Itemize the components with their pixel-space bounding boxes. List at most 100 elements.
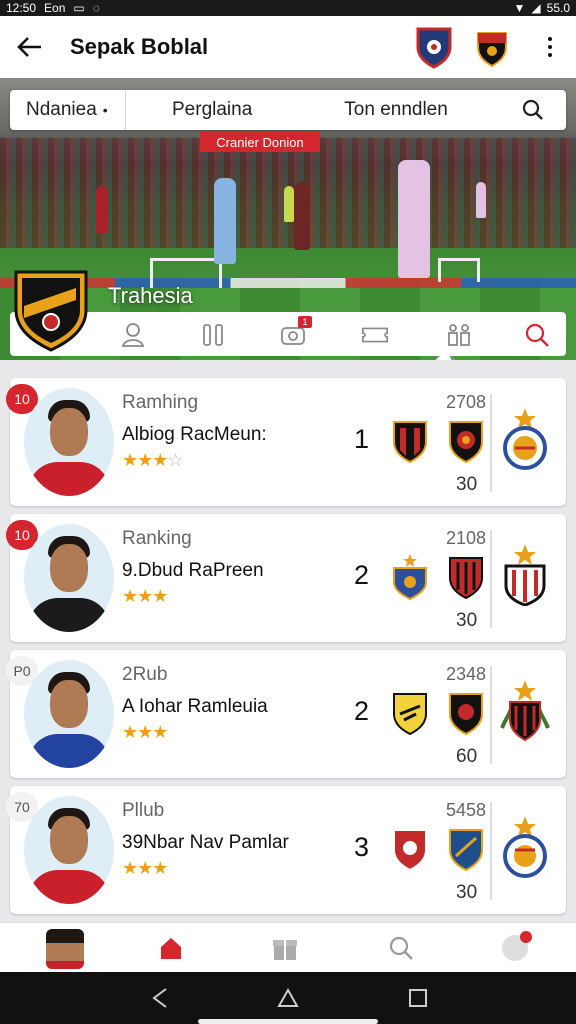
team-crest-icon[interactable] bbox=[446, 690, 486, 736]
player-rank: 1 bbox=[354, 424, 370, 454]
player-avatar bbox=[24, 524, 114, 632]
more-options-button[interactable] bbox=[538, 31, 562, 63]
category-search-bar: Ndaniea • Perglaina Ton enndlen bbox=[10, 90, 566, 130]
team-crest-icon[interactable] bbox=[390, 690, 430, 736]
player-avatar bbox=[24, 660, 114, 768]
star-rating: ★★★ bbox=[122, 586, 168, 606]
ticket-icon bbox=[361, 327, 389, 343]
search-icon bbox=[389, 936, 413, 960]
team-crest-icon[interactable] bbox=[446, 554, 486, 600]
tab-first[interactable]: Ndaniea • bbox=[10, 90, 126, 130]
player-category: 2Rub bbox=[122, 664, 168, 685]
home-circle-icon[interactable] bbox=[276, 986, 300, 1010]
player-category: Pllub bbox=[122, 800, 165, 821]
player-rank: 2 bbox=[354, 696, 370, 726]
player-card[interactable]: 70 Pllub 39Nbar Nav Pamlar ★★★ 3 5458 30 bbox=[6, 786, 566, 914]
divider bbox=[490, 666, 492, 764]
search-icon bbox=[525, 323, 549, 347]
player-card[interactable]: P0 2Rub A Iohar Ramleuia ★★★ 2 2348 60 bbox=[6, 650, 566, 778]
status-bar: 12:50 Eon ▭ ◌ ▼ ◢ 55.0 bbox=[0, 0, 576, 16]
team-crest-icon[interactable] bbox=[390, 554, 430, 600]
team-crest-icon[interactable] bbox=[446, 418, 486, 464]
player-name: 9.Dbud RaPreen bbox=[122, 560, 264, 581]
divider bbox=[490, 530, 492, 628]
player-avatar bbox=[24, 388, 114, 496]
stat-value: 2708 bbox=[446, 392, 487, 412]
star-rating: ★★★ bbox=[122, 858, 168, 878]
tab-label: Ndaniea bbox=[26, 99, 97, 120]
player-category: Ramhing bbox=[122, 392, 199, 413]
search-icon[interactable] bbox=[522, 99, 544, 121]
player-avatar bbox=[24, 796, 114, 904]
stat-points: 60 bbox=[456, 746, 478, 767]
team-crest-icon[interactable] bbox=[472, 25, 512, 69]
player-name: A Iohar Ramleuia bbox=[122, 696, 268, 717]
columns-icon bbox=[203, 324, 223, 346]
player-name: Albiog RacMeun: bbox=[122, 424, 267, 445]
stat-value: 2108 bbox=[446, 528, 487, 548]
player-name: 39Nbar Nav Pamlar bbox=[122, 832, 289, 853]
club-crest-icon[interactable] bbox=[498, 678, 552, 742]
team-crest-icon[interactable] bbox=[446, 826, 486, 872]
home-icon bbox=[161, 938, 181, 959]
nav-notifications[interactable] bbox=[498, 931, 532, 963]
person-tab[interactable] bbox=[118, 322, 148, 348]
gift-icon bbox=[273, 940, 297, 960]
player-card[interactable]: 10 Ranking 9.Dbud RaPreen ★★★ 2 2108 30 bbox=[6, 514, 566, 642]
nav-profile[interactable] bbox=[46, 929, 84, 969]
profile-avatar bbox=[46, 929, 84, 969]
player-figure bbox=[284, 186, 294, 222]
figure-icon bbox=[448, 324, 470, 346]
star-rating: ★★★☆ bbox=[122, 450, 184, 470]
back-triangle-icon[interactable] bbox=[148, 986, 172, 1010]
promo-banner[interactable]: Cranier Donion bbox=[200, 132, 320, 152]
player-figure bbox=[294, 182, 310, 250]
player-figure bbox=[398, 160, 430, 278]
stat-points: 30 bbox=[456, 882, 478, 903]
nav-gift[interactable] bbox=[268, 933, 302, 963]
notification-badge: 1 bbox=[298, 316, 312, 328]
ticket-tab[interactable] bbox=[360, 322, 390, 348]
club-crest-icon[interactable] bbox=[414, 25, 454, 69]
team-crest-icon[interactable] bbox=[10, 266, 92, 352]
system-navigation-bar bbox=[0, 972, 576, 1024]
team-crest-icon[interactable] bbox=[390, 418, 430, 464]
team-crest-icon[interactable] bbox=[390, 826, 430, 872]
player-figure bbox=[476, 182, 486, 218]
nav-search[interactable] bbox=[384, 933, 418, 963]
stat-value: 5458 bbox=[446, 800, 487, 820]
columns-tab[interactable] bbox=[198, 322, 228, 348]
status-time: 12:50 bbox=[6, 1, 37, 15]
camera-tab[interactable]: 1 bbox=[280, 316, 312, 348]
notification-icon bbox=[502, 931, 532, 961]
notification-dot bbox=[520, 931, 532, 943]
divider bbox=[490, 394, 492, 492]
club-crest-icon[interactable] bbox=[498, 814, 552, 878]
nav-home[interactable] bbox=[154, 933, 188, 963]
player-card[interactable]: 10 Ramhing Albiog RacMeun: ★★★☆ 1 2708 3… bbox=[6, 378, 566, 506]
app-bar: Sepak Boblal bbox=[0, 16, 576, 78]
player-rank: 3 bbox=[354, 832, 370, 862]
player-figure bbox=[96, 186, 108, 234]
recents-square-icon[interactable] bbox=[406, 986, 430, 1010]
divider bbox=[490, 802, 492, 900]
club-crest-icon[interactable] bbox=[498, 406, 552, 470]
tab-second[interactable]: Perglaina bbox=[172, 99, 252, 121]
search-tab[interactable] bbox=[522, 322, 552, 348]
page-title: Sepak Boblal bbox=[70, 34, 209, 59]
stat-points: 30 bbox=[456, 474, 478, 495]
gallery-icon: ▭ bbox=[73, 1, 85, 15]
player-figure bbox=[214, 178, 236, 264]
home-indicator[interactable] bbox=[198, 1019, 378, 1024]
sync-icon: ◌ bbox=[92, 1, 100, 15]
status-carrier: Eon bbox=[44, 1, 66, 15]
person-icon bbox=[121, 323, 145, 347]
signal-icon: ◢ bbox=[531, 1, 541, 15]
stat-points: 30 bbox=[456, 610, 478, 631]
player-rank: 2 bbox=[354, 560, 370, 590]
tab-third[interactable]: Ton enndlen bbox=[344, 99, 448, 121]
club-crest-icon[interactable] bbox=[498, 542, 552, 606]
player-category: Ranking bbox=[122, 528, 192, 549]
back-button[interactable] bbox=[14, 31, 46, 63]
figure-tab[interactable] bbox=[444, 322, 474, 348]
